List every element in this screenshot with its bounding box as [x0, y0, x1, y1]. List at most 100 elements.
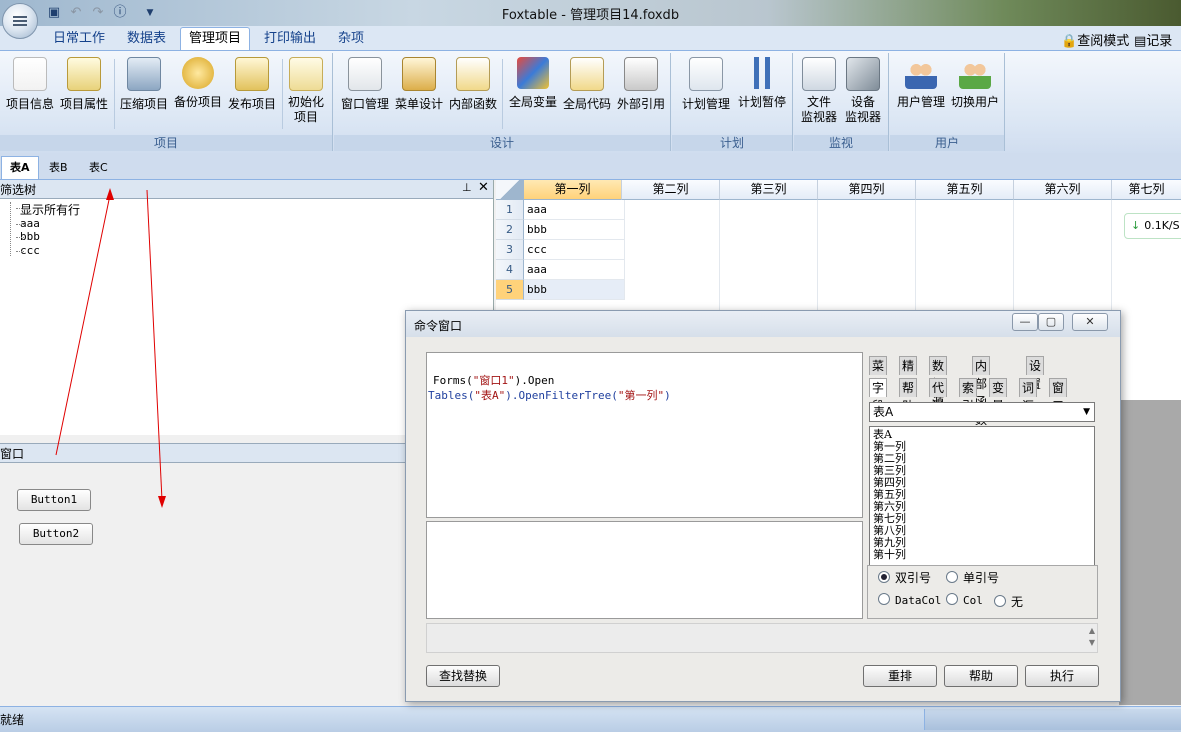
- column-header[interactable]: 第七列: [1112, 180, 1181, 200]
- group-label-monitor: 监视: [794, 135, 888, 151]
- ribbon-group-user: 用户管理 切换用户 用户: [890, 53, 1005, 151]
- switch-user-button[interactable]: 切换用户: [948, 57, 1002, 110]
- tab-datasource[interactable]: 数据源: [929, 356, 948, 409]
- output-area[interactable]: [426, 521, 863, 619]
- tab-wizard[interactable]: 精灵: [899, 356, 918, 391]
- command-window[interactable]: 命令窗口 — ▢ ✕ Forms("窗口1").Open Tables("表A"…: [405, 310, 1121, 702]
- field-item[interactable]: 第九列: [873, 537, 1094, 549]
- field-item[interactable]: 第六列: [873, 501, 1094, 513]
- help-button[interactable]: 帮助: [944, 665, 1018, 687]
- tab-table-b[interactable]: 表B: [41, 157, 76, 179]
- column-header[interactable]: 第四列: [818, 180, 916, 200]
- button1[interactable]: Button1: [17, 489, 91, 511]
- project-info-button[interactable]: 项目信息: [4, 57, 56, 112]
- row-header[interactable]: 5: [496, 280, 524, 300]
- rearrange-button[interactable]: 重排: [863, 665, 937, 687]
- row-header[interactable]: 4: [496, 260, 524, 280]
- tab-manage-project[interactable]: 管理项目: [180, 27, 251, 50]
- table-cell[interactable]: ccc: [524, 240, 625, 260]
- external-references-button[interactable]: 外部引用: [614, 57, 668, 112]
- close-icon[interactable]: ✕: [1072, 313, 1108, 331]
- user-manager-button[interactable]: 用户管理: [894, 57, 948, 110]
- initialize-project-button[interactable]: 初始化 项目: [284, 57, 328, 125]
- column-header[interactable]: 第六列: [1014, 180, 1112, 200]
- field-item[interactable]: 第四列: [873, 477, 1094, 489]
- internal-functions-button[interactable]: 内部函数: [446, 57, 500, 112]
- column-header[interactable]: 第二列: [622, 180, 720, 200]
- tab-table-c[interactable]: 表C: [81, 157, 116, 179]
- ribbon-tab-bar: [0, 26, 1181, 50]
- radio-none[interactable]: 无: [994, 593, 1023, 610]
- row-header[interactable]: 3: [496, 240, 524, 260]
- table-cell[interactable]: aaa: [524, 200, 625, 220]
- tree-item-show-all[interactable]: 显示所有行: [15, 201, 80, 218]
- field-item[interactable]: 第七列: [873, 513, 1094, 525]
- table-cell[interactable]: bbb: [524, 220, 625, 240]
- row-header[interactable]: 2: [496, 220, 524, 240]
- radio-datacol[interactable]: DataCol: [878, 593, 941, 607]
- field-item[interactable]: 表A: [873, 429, 1094, 441]
- window-manager-button[interactable]: 窗口管理: [338, 57, 392, 112]
- code-editor[interactable]: Forms("窗口1").Open Tables("表A").OpenFilte…: [426, 352, 863, 518]
- button2[interactable]: Button2: [19, 523, 93, 545]
- tab-fields[interactable]: 字段: [869, 378, 888, 413]
- tab-settings[interactable]: 设置: [1026, 356, 1045, 391]
- project-properties-button[interactable]: 项目属性: [58, 57, 110, 112]
- table-select[interactable]: 表A ▼: [869, 402, 1095, 422]
- table-cell[interactable]: bbb: [524, 280, 625, 300]
- tab-data-table[interactable]: 数据表: [119, 28, 174, 50]
- tab-daily-work[interactable]: 日常工作: [45, 28, 113, 50]
- tree-item[interactable]: bbb: [16, 230, 40, 243]
- pin-icon[interactable]: ⊥: [462, 181, 472, 194]
- tab-print-output[interactable]: 打印输出: [256, 28, 324, 50]
- minimize-icon[interactable]: —: [1012, 313, 1038, 331]
- device-monitor-button[interactable]: 设备 监视器: [840, 57, 886, 125]
- tab-window[interactable]: 窗口: [1049, 378, 1068, 413]
- field-item[interactable]: 第五列: [873, 489, 1094, 501]
- tab-misc[interactable]: 杂项: [330, 28, 372, 50]
- tab-vocabulary[interactable]: 词汇: [1019, 378, 1038, 413]
- column-header[interactable]: 第三列: [720, 180, 818, 200]
- field-item[interactable]: 第一列: [873, 441, 1094, 453]
- schedule-pause-button[interactable]: 计划暂停: [734, 57, 790, 110]
- find-replace-button[interactable]: 查找替换: [426, 665, 500, 687]
- tab-menu[interactable]: 菜单: [869, 356, 888, 391]
- query-mode-button[interactable]: 🔒查阅模式: [1061, 30, 1129, 49]
- tab-table-a[interactable]: 表A: [1, 156, 39, 179]
- field-item[interactable]: 第八列: [873, 525, 1094, 537]
- file-monitor-button[interactable]: 文件 监视器: [796, 57, 842, 125]
- tree-item[interactable]: ccc: [16, 244, 40, 257]
- window-title: Foxtable - 管理项目14.foxdb: [501, 8, 680, 23]
- global-code-button[interactable]: 全局代码: [560, 57, 614, 112]
- field-item[interactable]: 第十列: [873, 549, 1094, 561]
- backup-project-button[interactable]: 备份项目: [172, 57, 224, 110]
- menu-design-button[interactable]: 菜单设计: [392, 57, 446, 112]
- radio-single-quote[interactable]: 单引号: [946, 569, 999, 586]
- radio-double-quote[interactable]: 双引号: [878, 569, 931, 586]
- tab-code[interactable]: 代码: [929, 378, 948, 413]
- select-all-corner[interactable]: [496, 180, 524, 200]
- tab-internal-functions[interactable]: 内部函数: [972, 356, 991, 427]
- tab-variables[interactable]: 变量: [989, 378, 1008, 413]
- global-variables-button[interactable]: 全局变量: [506, 57, 560, 110]
- tab-index[interactable]: 索引: [959, 378, 978, 413]
- maximize-icon[interactable]: ▢: [1038, 313, 1064, 331]
- execute-button[interactable]: 执行: [1025, 665, 1099, 687]
- tab-help[interactable]: 帮助: [899, 378, 918, 413]
- radio-col[interactable]: Col: [946, 593, 983, 607]
- compress-project-button[interactable]: 压缩项目: [118, 57, 170, 112]
- field-list[interactable]: 表A 第一列 第二列 第三列 第四列 第五列 第六列 第七列 第八列 第九列 第…: [869, 426, 1095, 566]
- row-header[interactable]: 1: [496, 200, 524, 220]
- tree-item[interactable]: aaa: [16, 217, 40, 230]
- field-item[interactable]: 第二列: [873, 453, 1094, 465]
- column-header[interactable]: 第一列: [524, 180, 622, 200]
- schedule-manager-button[interactable]: 计划管理: [678, 57, 734, 112]
- app-menu-button[interactable]: [2, 3, 38, 39]
- spin-down-icon[interactable]: ▼: [1089, 638, 1095, 647]
- spin-up-icon[interactable]: ▲: [1089, 626, 1095, 635]
- close-icon[interactable]: ✕: [478, 180, 489, 195]
- field-item[interactable]: 第三列: [873, 465, 1094, 477]
- table-cell[interactable]: aaa: [524, 260, 625, 280]
- column-header[interactable]: 第五列: [916, 180, 1014, 200]
- publish-project-button[interactable]: 发布项目: [226, 57, 278, 112]
